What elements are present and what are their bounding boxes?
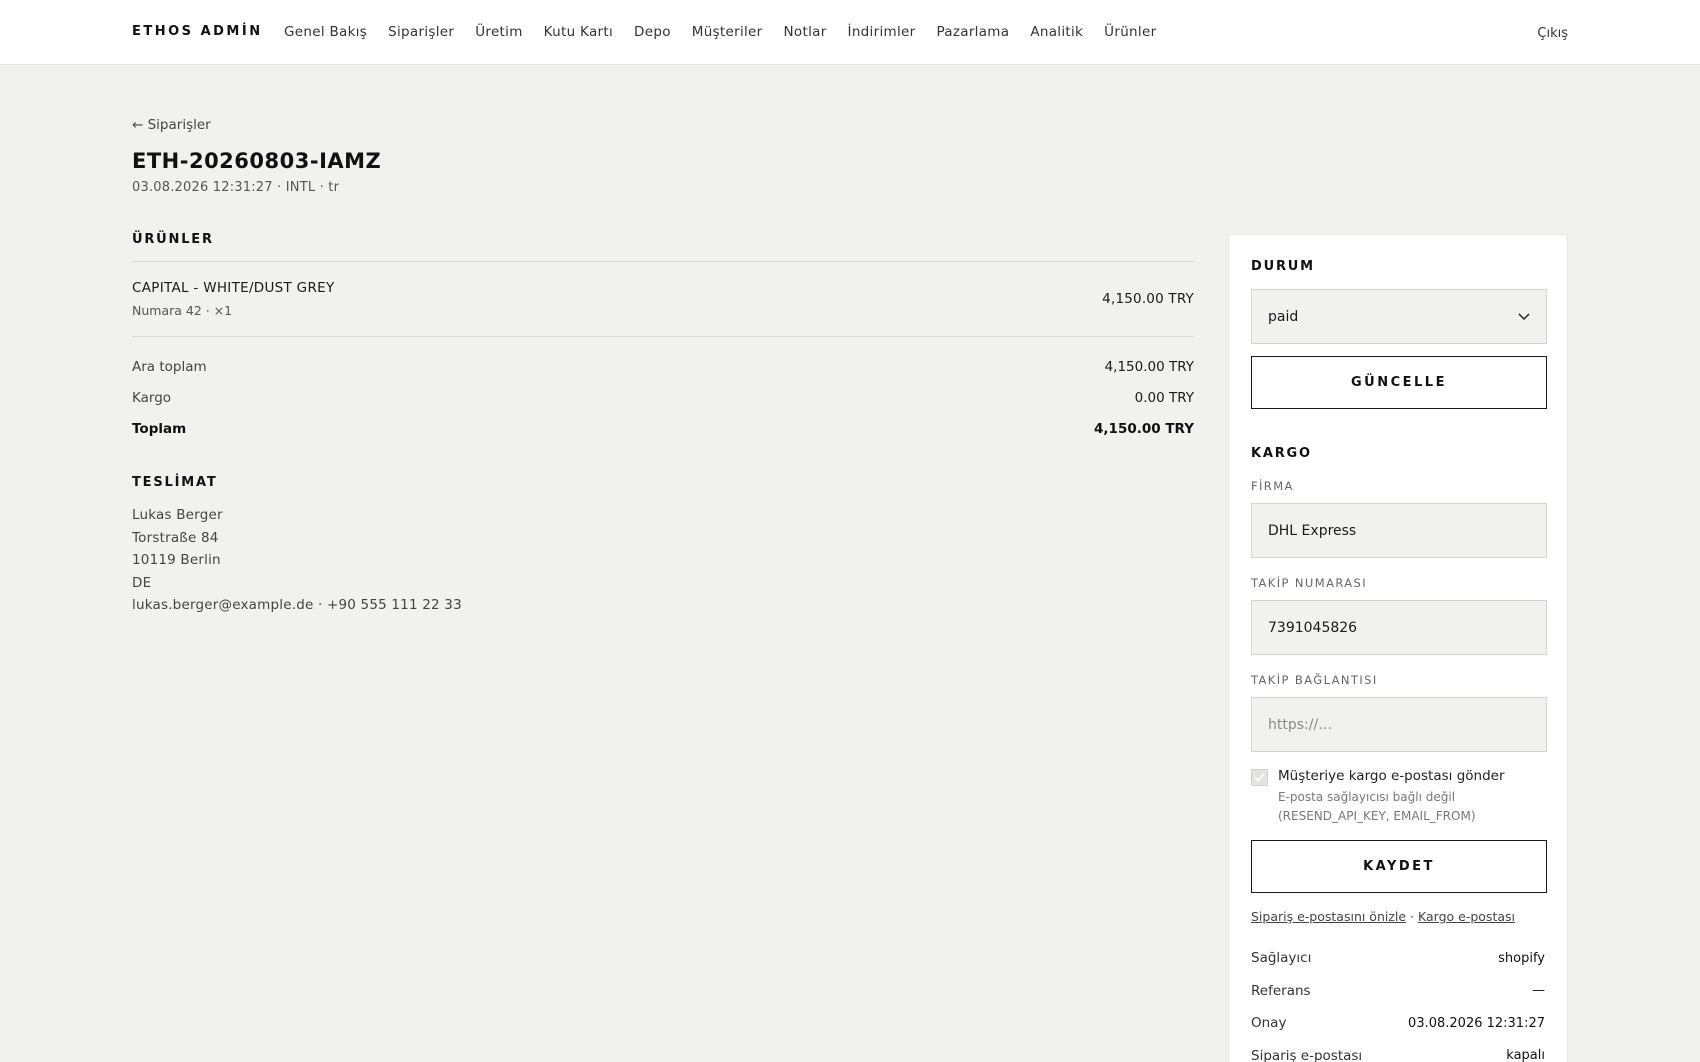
info-key: Referans [1251, 982, 1311, 999]
chevron-down-icon [1518, 309, 1530, 325]
nav-item-notes[interactable]: Notlar [784, 24, 827, 40]
divider [132, 336, 1194, 337]
tracking-number-input[interactable] [1251, 600, 1547, 655]
delivery-heading: TESLİMAT [132, 475, 218, 490]
back-link-label: Siparişler [147, 117, 211, 133]
order-details: ÜRÜNLER CAPITAL - WHITE/DUST GREY Numara… [132, 232, 1194, 617]
tracking-link-label: TAKİP BAĞLANTISI [1251, 673, 1378, 687]
subtotal-value: 4,150.00 TRY [1104, 358, 1194, 375]
logout-link[interactable]: Çıkış [1537, 26, 1568, 41]
info-value: 03.08.2026 12:31:27 [1408, 1015, 1545, 1031]
carrier-input[interactable] [1251, 503, 1547, 558]
info-row-confirmation: Onay 03.08.2026 12:31:27 [1251, 1007, 1545, 1040]
shipping-heading: KARGO [1251, 446, 1312, 461]
update-status-button[interactable]: GÜNCELLE [1251, 356, 1547, 409]
brand-logo[interactable]: ETHOS ADMİN [132, 24, 263, 39]
nav-item-production[interactable]: Üretim [475, 24, 522, 40]
shipping-label: Kargo [132, 389, 172, 406]
order-summary: Ara toplam 4,150.00 TRY Kargo 0.00 TRY T… [132, 351, 1194, 444]
carrier-label: FİRMA [1251, 479, 1294, 493]
nav-item-orders[interactable]: Siparişler [388, 24, 454, 40]
product-price: 4,150.00 TRY [1102, 291, 1194, 307]
subtotal-label: Ara toplam [132, 358, 207, 375]
info-key: Sağlayıcı [1251, 950, 1312, 967]
recipient-name: Lukas Berger [132, 507, 223, 523]
city: 10119 Berlin [132, 552, 221, 568]
subtotal-row: Ara toplam 4,150.00 TRY [132, 351, 1194, 382]
list-item: CAPITAL - WHITE/DUST GREY Numara 42 · ×1… [132, 262, 1194, 336]
products-heading: ÜRÜNLER [132, 232, 214, 247]
arrow-left-icon: ← [132, 117, 144, 133]
preview-order-email-link[interactable]: Sipariş e-postasını önizle [1251, 909, 1406, 924]
tracking-number-label: TAKİP NUMARASI [1251, 576, 1368, 590]
order-meta: 03.08.2026 12:31:27 · INTL · tr [132, 180, 340, 195]
order-info-list: Sağlayıcı shopify Referans — Onay 03.08.… [1251, 942, 1545, 1062]
info-key: Onay [1251, 1015, 1287, 1032]
shipping-email-option: Müşteriye kargo e-postası gönder E-posta… [1251, 768, 1545, 826]
nav-item-products[interactable]: Ürünler [1104, 24, 1156, 40]
status-heading: DURUM [1251, 259, 1315, 274]
product-name: CAPITAL - WHITE/DUST GREY [132, 280, 335, 296]
shipping-row: Kargo 0.00 TRY [132, 382, 1194, 413]
nav-item-box-card[interactable]: Kutu Kartı [544, 24, 613, 40]
info-row-reference: Referans — [1251, 975, 1545, 1008]
email-links: Sipariş e-postasını önizle · Kargo e-pos… [1251, 909, 1545, 924]
page-title: ETH-20260803-IAMZ [132, 149, 382, 173]
shipping-value: 0.00 TRY [1134, 389, 1194, 406]
link-separator: · [1410, 909, 1415, 924]
info-row-provider: Sağlayıcı shopify [1251, 942, 1545, 975]
street: Torstraße 84 [132, 529, 219, 546]
nav-item-customers[interactable]: Müşteriler [692, 24, 763, 40]
back-to-orders-link[interactable]: ← Siparişler [132, 117, 211, 133]
total-row: Toplam 4,150.00 TRY [132, 413, 1194, 444]
nav-item-analytics[interactable]: Analitik [1030, 24, 1083, 40]
info-value: kapalı [1506, 1048, 1545, 1062]
status-selected-value: paid [1268, 308, 1299, 325]
country: DE [132, 574, 152, 591]
total-value: 4,150.00 TRY [1094, 420, 1194, 437]
contact-info: lukas.berger@example.de · +90 555 111 22… [132, 597, 462, 613]
nav-item-discounts[interactable]: İndirimler [848, 24, 916, 40]
nav-item-overview[interactable]: Genel Bakış [284, 24, 367, 40]
save-shipping-button[interactable]: KAYDET [1251, 840, 1547, 893]
total-label: Toplam [132, 420, 187, 437]
info-key: Sipariş e-postası [1251, 1047, 1363, 1062]
delivery-address: Lukas Berger Torstraße 84 10119 Berlin D… [132, 504, 1194, 617]
send-shipping-email-label: Müşteriye kargo e-postası gönder [1278, 768, 1505, 784]
status-select[interactable]: paid [1251, 289, 1547, 344]
product-variant: Numara 42 · ×1 [132, 303, 233, 318]
check-icon [1254, 773, 1265, 782]
top-navigation-bar: ETHOS ADMİN Genel Bakış Siparişler Üreti… [0, 0, 1700, 65]
send-shipping-email-checkbox[interactable] [1251, 769, 1268, 786]
order-side-panel: DURUM paid GÜNCELLE KARGO FİRMA TAKİP NU… [1228, 234, 1568, 1062]
info-value: shopify [1498, 950, 1545, 966]
tracking-link-input[interactable] [1251, 697, 1547, 752]
email-provider-note: E-posta sağlayıcısı bağlı değil (RESEND_… [1278, 790, 1476, 823]
info-value: — [1532, 983, 1545, 999]
nav-item-marketing[interactable]: Pazarlama [936, 24, 1009, 40]
main-nav: Genel Bakış Siparişler Üretim Kutu Kartı… [284, 24, 1156, 40]
nav-item-warehouse[interactable]: Depo [634, 24, 671, 40]
shipping-email-link[interactable]: Kargo e-postası [1418, 909, 1515, 924]
info-row-order-email: Sipariş e-postası kapalı [1251, 1040, 1545, 1062]
